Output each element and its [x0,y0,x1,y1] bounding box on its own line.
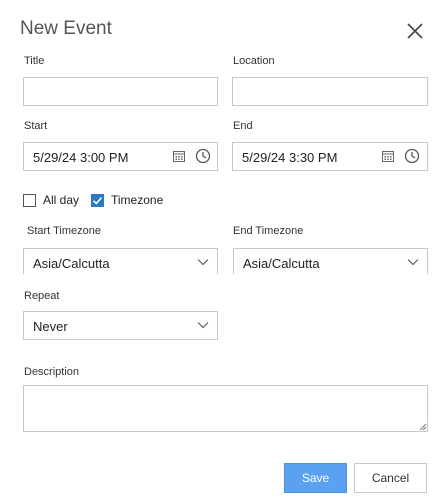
end-timezone-value[interactable]: Asia/Calcutta [243,256,320,271]
chevron-down-icon[interactable] [197,321,209,329]
location-label: Location [233,55,275,67]
description-textarea[interactable] [23,385,428,432]
close-icon[interactable] [405,21,425,41]
repeat-label: Repeat [24,290,60,302]
calendar-icon[interactable] [381,149,395,163]
repeat-value[interactable]: Never [33,319,68,334]
description-label: Description [24,366,80,378]
end-datetime-field[interactable]: 5/29/24 3:30 PM [232,142,428,171]
start-timezone-label: Start Timezone [27,225,101,237]
end-timezone-select[interactable]: Asia/Calcutta [233,248,428,274]
start-datetime-field[interactable]: 5/29/24 3:00 PM [23,142,218,171]
location-field[interactable] [232,77,428,106]
chevron-down-icon[interactable] [197,258,209,266]
allday-label[interactable]: All day [43,193,79,207]
end-label: End [233,120,253,132]
save-button[interactable]: Save [284,463,347,493]
timezone-label[interactable]: Timezone [111,193,163,207]
location-input[interactable] [233,78,427,105]
clock-icon[interactable] [404,148,420,164]
end-datetime-value[interactable]: 5/29/24 3:30 PM [242,150,337,165]
clock-icon[interactable] [195,148,211,164]
new-event-dialog: New Event Title Location Start 5/29/24 3… [0,0,443,501]
timezone-checkbox[interactable] [91,193,104,207]
title-input[interactable] [24,78,217,105]
timezone-checkbox-row[interactable]: Timezone [91,193,163,207]
checkmark-icon [92,196,103,205]
start-label: Start [24,120,48,132]
dialog-title: New Event [20,18,112,39]
calendar-icon[interactable] [172,149,186,163]
start-timezone-value[interactable]: Asia/Calcutta [33,256,110,271]
title-field[interactable] [23,77,218,106]
end-timezone-label: End Timezone [233,225,304,237]
title-label: Title [24,55,45,67]
resize-grip-icon[interactable] [419,423,427,431]
allday-checkbox-row[interactable]: All day [23,193,79,207]
start-datetime-value[interactable]: 5/29/24 3:00 PM [33,150,128,165]
cancel-button[interactable]: Cancel [354,463,427,493]
start-timezone-select[interactable]: Asia/Calcutta [23,248,218,274]
allday-checkbox[interactable] [23,193,36,207]
repeat-select[interactable]: Never [23,311,218,340]
chevron-down-icon[interactable] [407,258,419,266]
